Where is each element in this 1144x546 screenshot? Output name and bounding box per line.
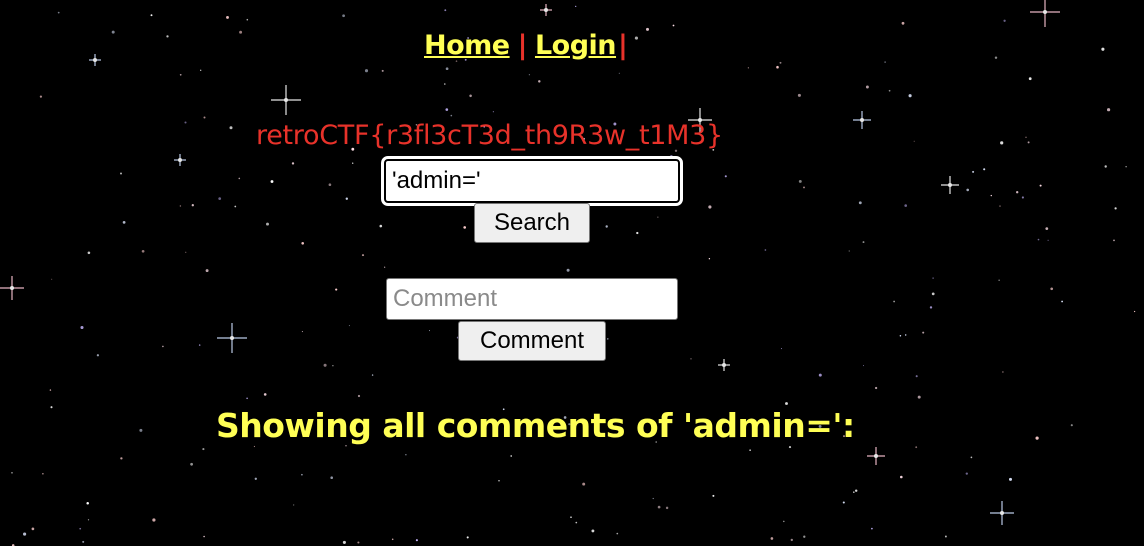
comment-input[interactable]	[386, 278, 678, 320]
login-link[interactable]: Login	[535, 30, 617, 61]
search-button[interactable]: Search	[474, 203, 590, 243]
home-link[interactable]: Home	[424, 30, 510, 61]
flag-text: retroCTF{r3fl3cT3d_th9R3w_t1M3}	[256, 120, 723, 151]
nav-separator: |	[517, 30, 528, 61]
comment-button[interactable]: Comment	[458, 321, 606, 361]
results-heading: Showing all comments of 'admin=':	[216, 406, 855, 445]
nav-trailing-bar: |	[618, 30, 628, 61]
search-input[interactable]	[381, 156, 683, 206]
starfield-background	[0, 0, 1136, 546]
